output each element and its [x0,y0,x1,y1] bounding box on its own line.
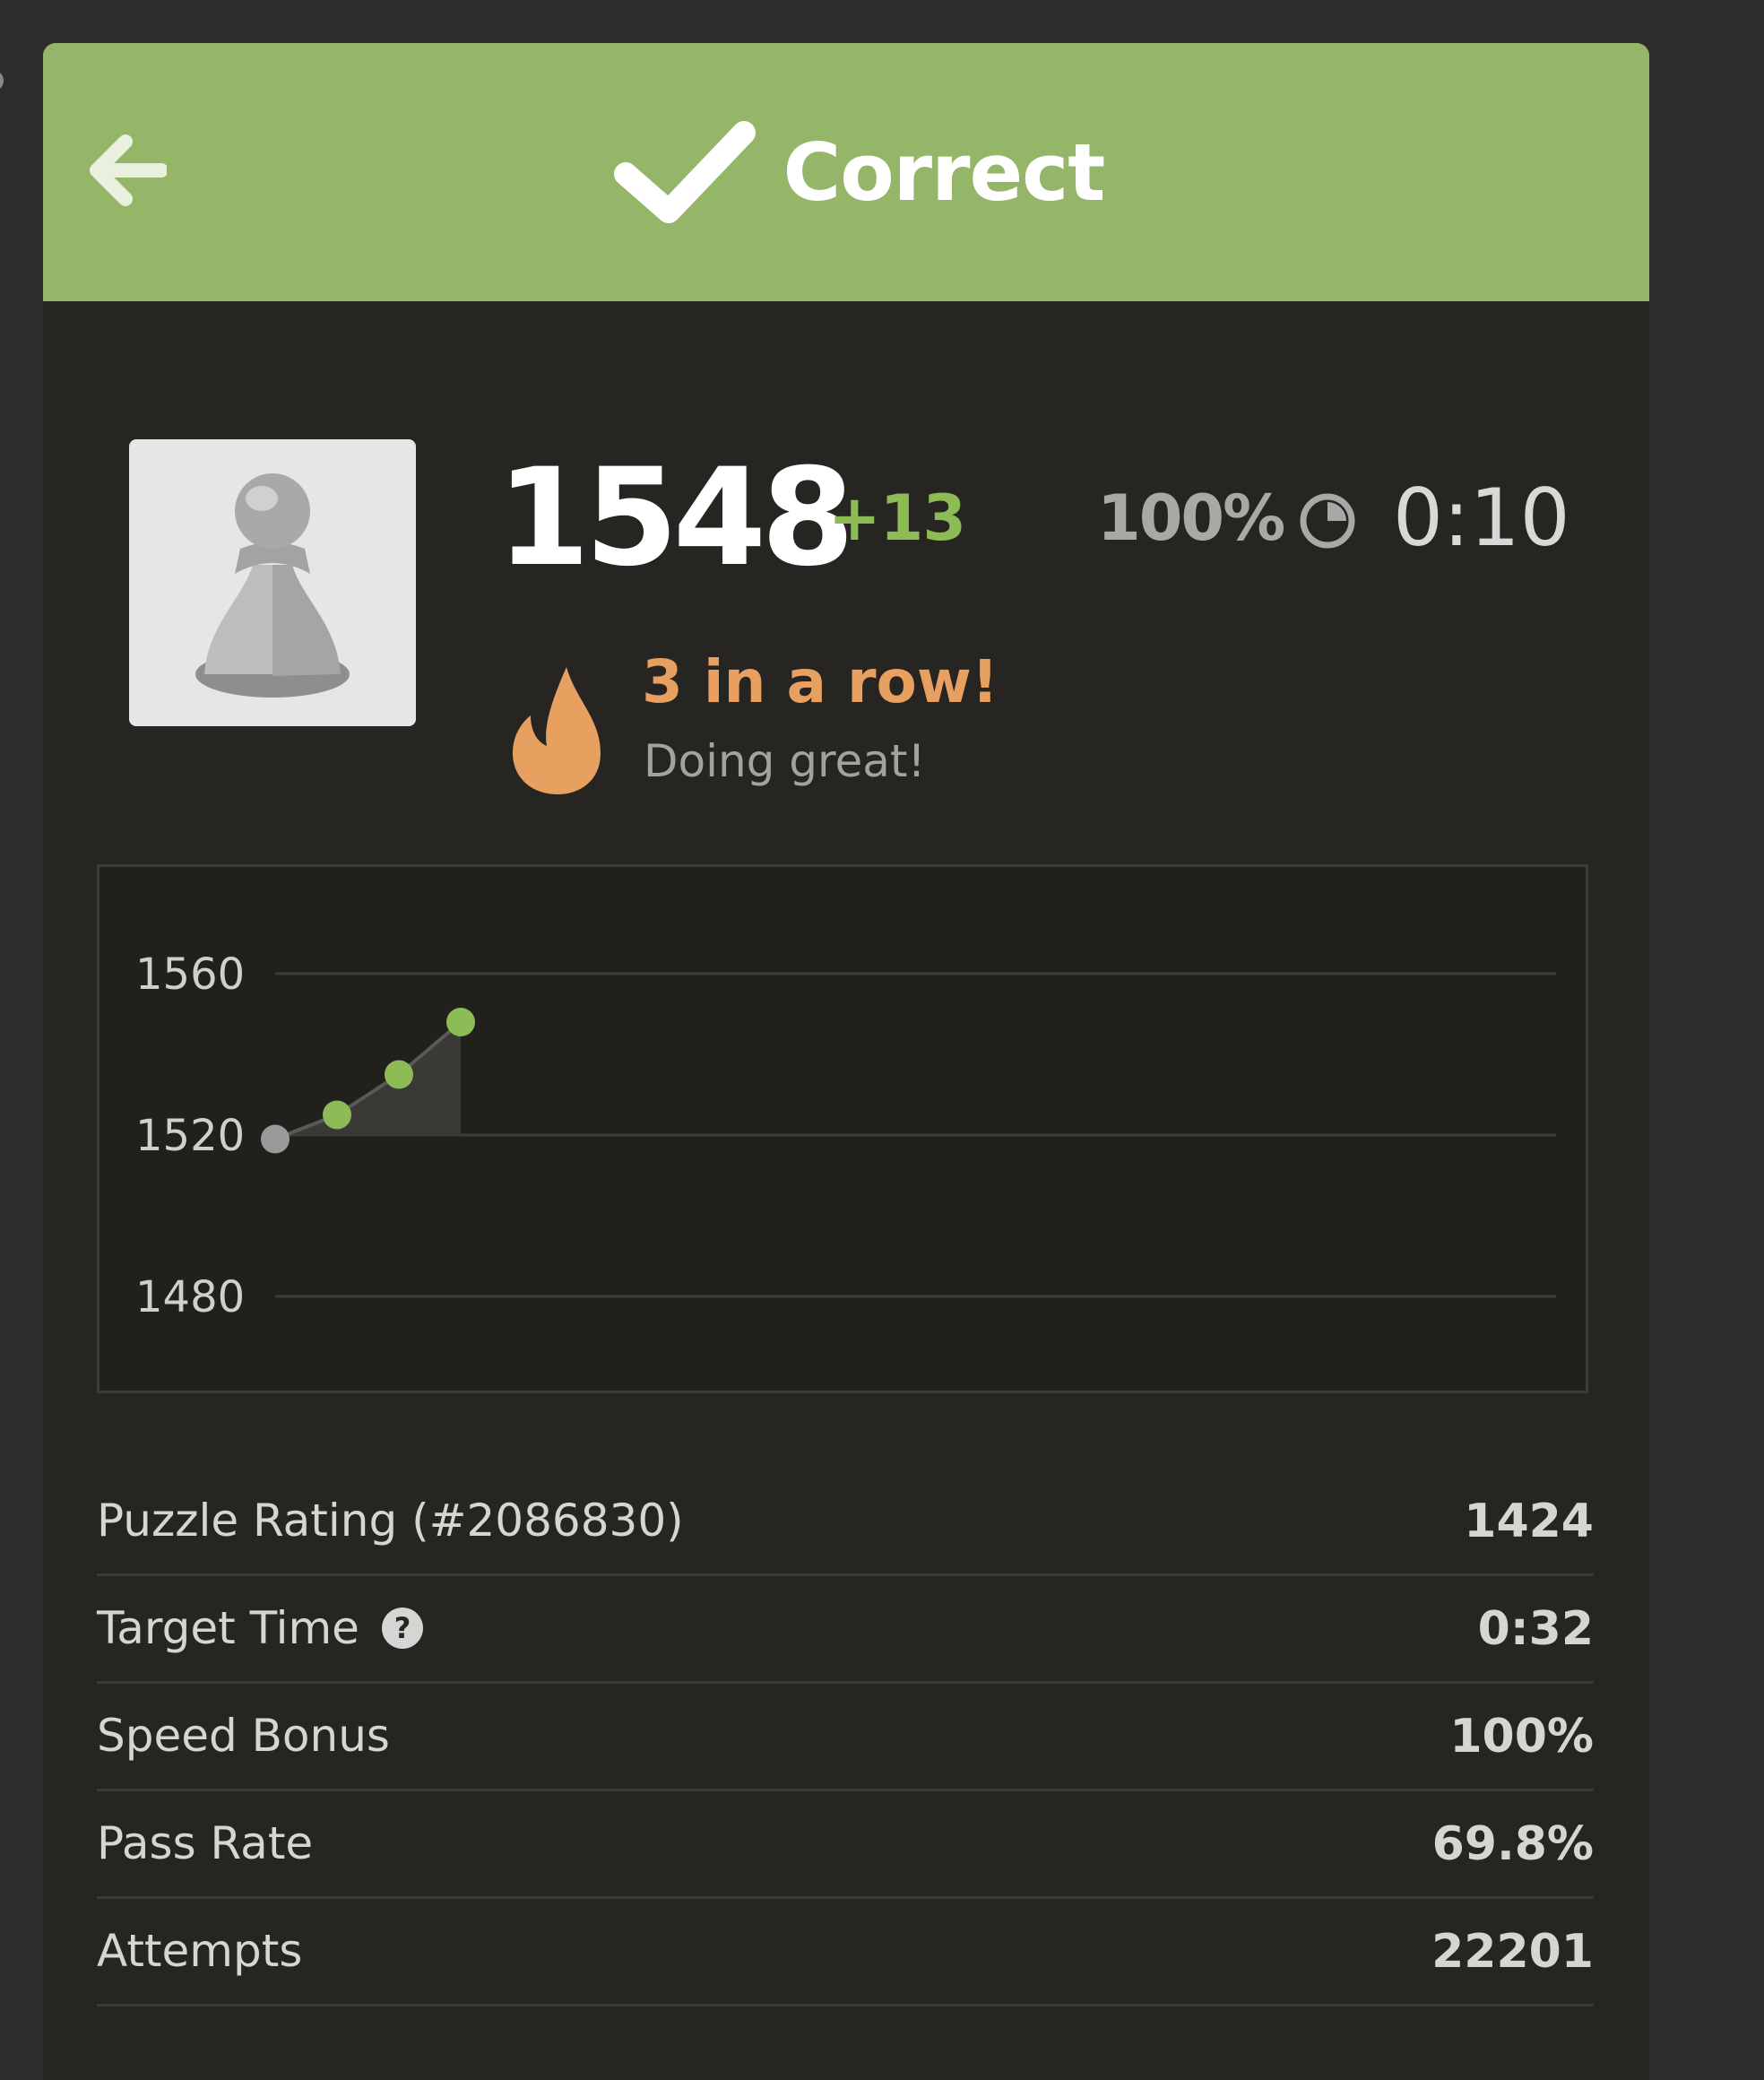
y-tick-label: 1560 [135,949,245,1000]
result-title: Correct [783,126,1106,219]
rating-change: +13 [828,481,966,555]
rating-point [385,1060,413,1089]
stat-row-target-time: Target Time ? 0:32 [97,1576,1594,1684]
header-title-group: Correct [43,43,1649,301]
stat-row-pass-rate: Pass Rate 69.8% [97,1791,1594,1899]
stat-row-attempts: Attempts 22201 [97,1899,1594,2006]
pawn-icon [195,473,350,698]
rating-chart-svg: 1560 1520 1480 [135,949,1556,1322]
rating-point [446,1008,475,1036]
stat-value: 69.8% [1431,1817,1594,1871]
checkmark-icon [613,121,756,223]
rating-point [261,1124,290,1154]
rating-point [323,1100,351,1130]
stat-value: 22201 [1431,1925,1594,1979]
stat-label: Pass Rate [97,1817,314,1869]
stat-label: Speed Bonus [97,1710,390,1762]
rating-chart: 1560 1520 1480 [97,864,1588,1393]
stat-label: Target Time [97,1602,359,1654]
puzzle-result-panel: Correct 1548 +13 100% 0:10 3 in a row! D… [43,43,1649,2080]
stat-value: 100% [1449,1710,1594,1764]
player-rating: 1548 [497,440,854,596]
y-tick-label: 1520 [135,1111,245,1161]
stat-row-puzzle-rating: Puzzle Rating (#2086830) 1424 [97,1469,1594,1576]
stat-label: Puzzle Rating (#2086830) [97,1495,684,1547]
result-header: Correct [43,43,1649,301]
solve-time: 0:10 [1393,472,1570,564]
clock-icon [1300,493,1355,549]
flame-icon [513,667,601,794]
stat-value: 1424 [1464,1495,1594,1548]
avatar [129,439,416,726]
stat-row-speed-bonus: Speed Bonus 100% [97,1684,1594,1791]
stat-label-group: Target Time ? [97,1601,424,1655]
speed-percent: 100% [1097,481,1285,555]
stat-value: 0:32 [1477,1602,1594,1656]
puzzle-stats: Puzzle Rating (#2086830) 1424 Target Tim… [97,1469,1594,2006]
question-mark-icon[interactable]: ? [381,1607,424,1650]
rating-area [275,1022,461,1140]
svg-text:?: ? [394,1611,411,1645]
gear-icon[interactable] [0,61,14,100]
stat-label: Attempts [97,1925,303,1977]
streak-title: 3 in a row! [642,647,999,716]
streak-subtitle: Doing great! [644,735,926,787]
y-tick-label: 1480 [135,1272,245,1322]
